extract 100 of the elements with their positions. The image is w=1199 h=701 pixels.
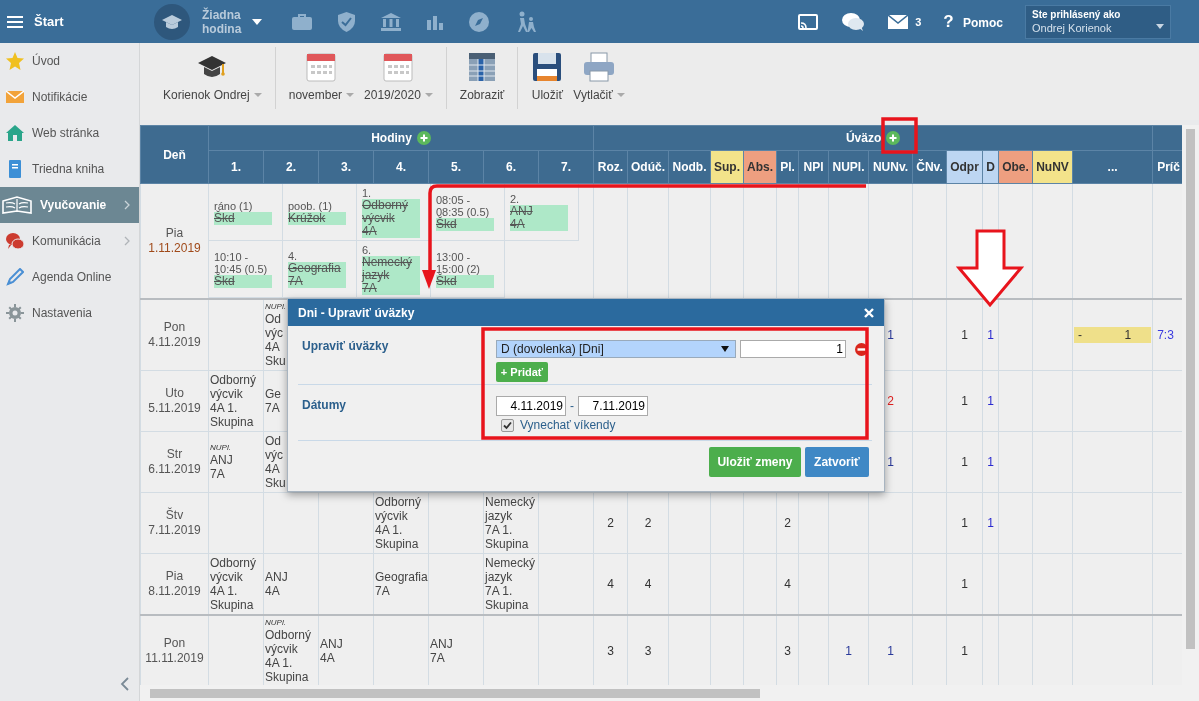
- lesson-subject: výcvik: [362, 211, 395, 225]
- checkbox[interactable]: [501, 418, 514, 432]
- table-cell-text: Skupina: [485, 537, 529, 551]
- caret-icon: [616, 93, 625, 97]
- sidebar-item[interactable]: Komunikácia: [0, 223, 139, 259]
- table-cell-text: výc: [265, 326, 283, 340]
- sidebar-item[interactable]: Nastavenia: [0, 295, 139, 331]
- lesson-note: poob. (1): [288, 199, 334, 212]
- table-cell-text: Geografia: [375, 570, 428, 584]
- sidebar-item[interactable]: Triedna kniha: [0, 151, 139, 187]
- book-icon: [2, 196, 32, 214]
- lesson-subject: 4A: [510, 218, 526, 231]
- sidebar-item[interactable]: Web stránka: [0, 115, 139, 151]
- sidebar-item[interactable]: Notifikácie: [0, 79, 139, 115]
- toolbar-button[interactable]: november: [283, 51, 360, 102]
- house-icon: [6, 124, 24, 142]
- remove-icon[interactable]: [855, 342, 868, 356]
- table-cell-text: Skupina: [265, 670, 309, 684]
- day-name: Pon: [163, 320, 186, 335]
- table-cell-value: 4: [607, 577, 614, 591]
- table-cell-text: Sku: [265, 354, 286, 368]
- close-button[interactable]: Zatvoriť: [805, 447, 869, 477]
- chat-icon[interactable]: [842, 12, 865, 31]
- briefcase-icon[interactable]: [292, 13, 312, 30]
- table-cell-value: 1: [987, 394, 994, 408]
- add-icon[interactable]: [416, 131, 431, 145]
- column-header: 4.: [373, 150, 429, 184]
- table-cell-value: 2: [607, 516, 614, 530]
- table-cell-text: 4A: [265, 340, 280, 354]
- calendar-icon: [382, 51, 415, 83]
- table-cell-text: Odborný: [210, 373, 257, 387]
- walking-people-icon[interactable]: [515, 10, 537, 33]
- lesson-block[interactable]: ráno (1) Škd: [209, 184, 283, 241]
- scrollbar-thumb[interactable]: [1186, 129, 1195, 649]
- toolbar-button[interactable]: Korienok Ondrej: [158, 47, 276, 109]
- add-icon[interactable]: [886, 131, 901, 145]
- value-bar: - 1: [1074, 327, 1152, 343]
- table-cell-value: 1: [887, 455, 894, 469]
- scrollbar-thumb[interactable]: [150, 689, 760, 698]
- sidebar-item[interactable]: Vyučovanie: [0, 187, 139, 223]
- table-cell-value: 2: [644, 516, 652, 530]
- table-cell-value: 1: [987, 516, 994, 530]
- table-cell-text: Odborný: [375, 495, 422, 509]
- lesson-note: 08:35 (0.5): [436, 205, 491, 218]
- sidebar-item[interactable]: Agenda Online: [0, 259, 139, 295]
- menu-button[interactable]: Štart: [0, 0, 140, 43]
- table-cell-text: Nemecký: [485, 495, 535, 509]
- toolbar-button[interactable]: Uložiť: [526, 51, 569, 102]
- lesson-block[interactable]: 4. Geografia 7A: [283, 241, 357, 298]
- amount-field[interactable]: 1: [740, 340, 846, 358]
- sidebar-label: Agenda Online: [32, 270, 112, 284]
- close-icon[interactable]: [864, 307, 874, 318]
- lesson-block[interactable]: 2. ANJ 4A: [505, 184, 579, 241]
- help-button[interactable]: ? Pomoc: [943, 11, 1003, 32]
- cast-icon[interactable]: [798, 13, 819, 30]
- date-from-field[interactable]: 4.11.2019: [496, 396, 566, 416]
- column-header: ...: [1072, 150, 1153, 184]
- table-cell-value: 3: [644, 644, 652, 658]
- lesson-note: 13:00 -: [436, 250, 472, 263]
- horizontal-scrollbar[interactable]: [140, 685, 1199, 701]
- lesson-block[interactable]: 10:10 - 10:45 (0.5) Škd: [209, 241, 283, 298]
- toolbar-button[interactable]: Vytlačiť: [568, 51, 630, 102]
- user-menu[interactable]: Ste prihlásený ako Ondrej Korienok: [1025, 4, 1171, 39]
- day-name: Pia: [165, 569, 184, 584]
- table-cell-value: 4: [784, 577, 791, 591]
- bank-icon[interactable]: [381, 12, 401, 31]
- bar-chart-icon[interactable]: [427, 13, 443, 30]
- day-name: Pon: [163, 636, 186, 651]
- load-type-select[interactable]: D (dovolenka) [Dni]: [496, 340, 736, 358]
- highlight-frame: [881, 117, 918, 154]
- lesson-subject: ANJ: [510, 205, 534, 218]
- table-cell-text: jazyk: [485, 509, 513, 523]
- sidebar-item[interactable]: Úvod: [0, 43, 139, 79]
- toolbar-button[interactable]: Zobraziť: [454, 47, 519, 109]
- lesson-block[interactable]: poob. (1) Krúžok: [283, 184, 357, 241]
- day-name: Štv: [165, 508, 184, 523]
- table-cell-text: Od: [265, 312, 281, 326]
- column-header: 1.: [208, 150, 264, 184]
- table-cell-text: Odborný: [210, 556, 257, 570]
- gear-icon: [6, 304, 24, 322]
- lesson-subject: Nemecký: [362, 255, 413, 269]
- calendar-icon: [305, 51, 338, 83]
- table-cell-text: Skupina: [375, 537, 419, 551]
- checkbox-label[interactable]: Vynechať víkendy: [520, 418, 616, 432]
- table-cell-value: 1: [961, 455, 968, 469]
- date-to-field[interactable]: 7.11.2019: [578, 396, 648, 416]
- lesson-block[interactable]: 08:05 - 08:35 (0.5) Škd: [431, 184, 505, 241]
- lesson-subject: Škd: [436, 274, 457, 288]
- table-cell-text: výcvik: [265, 642, 298, 656]
- lesson-note: 2.: [510, 193, 521, 205]
- chevron-left-icon[interactable]: [120, 677, 129, 691]
- compass-icon[interactable]: [469, 11, 489, 32]
- table-cell-text: ANJ: [265, 570, 288, 584]
- sidebar-label: Notifikácie: [32, 90, 88, 104]
- table-cell-text: 4A: [265, 584, 280, 598]
- table-cell-text: 7A: [210, 467, 225, 481]
- shield-icon[interactable]: [338, 11, 355, 32]
- graduation-cap-avatar-icon: [154, 3, 190, 40]
- toolbar-button[interactable]: 2019/2020: [359, 47, 447, 109]
- table-cell-text: výcvik: [375, 509, 408, 523]
